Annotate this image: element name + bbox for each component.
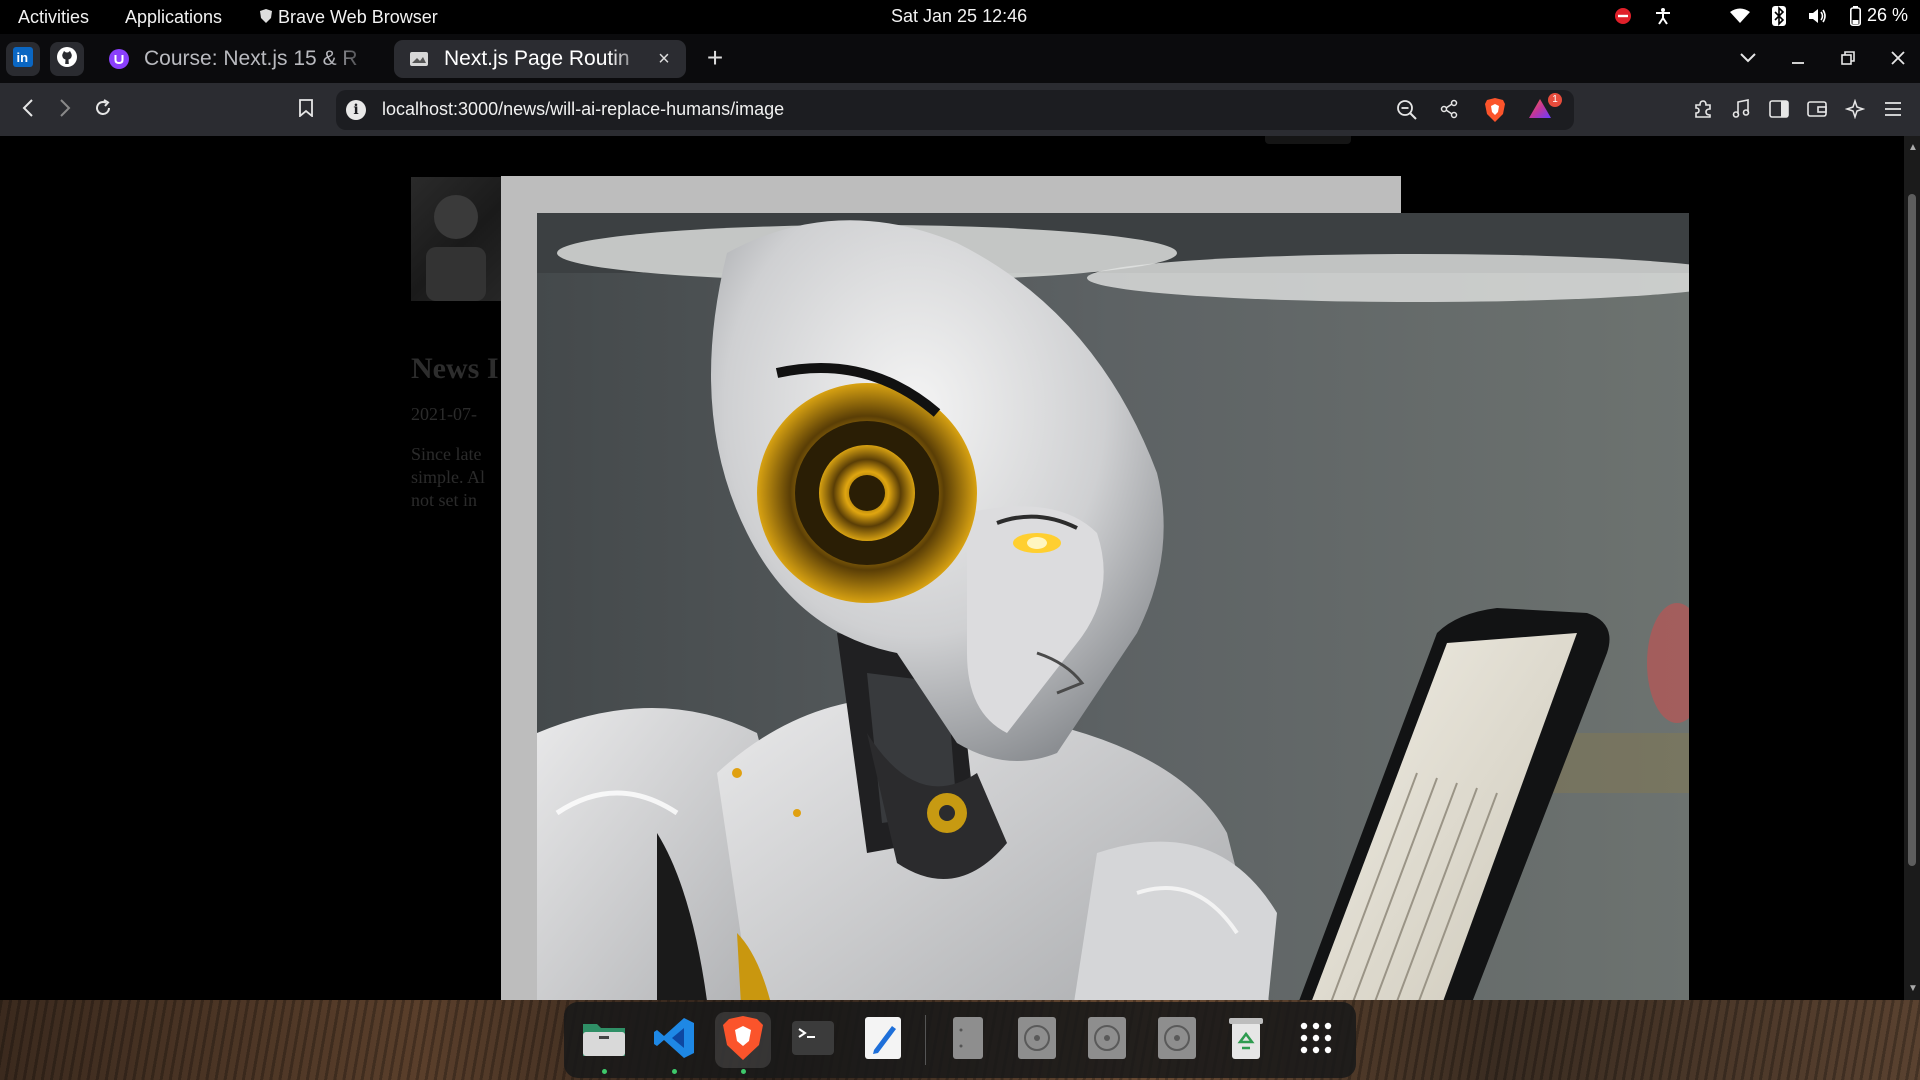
scroll-up-arrow-icon[interactable]: ▲	[1908, 142, 1918, 153]
bluetooth-icon[interactable]	[1771, 5, 1786, 26]
window-controls	[1736, 46, 1910, 70]
battery-percentage: 26 %	[1866, 5, 1908, 25]
github-icon	[56, 46, 78, 73]
dock-trash[interactable]	[1219, 1012, 1275, 1068]
app-indicator-label: Brave Web Browser	[278, 7, 438, 27]
system-tray[interactable]: 26 %	[1614, 5, 1908, 26]
linkedin-icon: in	[13, 46, 33, 72]
do-not-disturb-icon[interactable]	[1614, 7, 1632, 25]
share-icon[interactable]	[1439, 99, 1459, 124]
zoom-icon[interactable]	[1396, 99, 1418, 126]
scroll-down-arrow-icon[interactable]: ▼	[1908, 983, 1918, 994]
app-grid-icon	[1299, 1021, 1333, 1060]
dock-vscode[interactable]	[646, 1012, 702, 1074]
wallet-icon[interactable]	[1806, 97, 1828, 121]
tab-course[interactable]: Course: Next.js 15 & R	[104, 40, 376, 78]
header-stub	[1265, 136, 1351, 144]
drive-icon	[952, 1016, 984, 1065]
pinned-tab-github[interactable]	[50, 42, 84, 76]
page-icon	[408, 48, 430, 70]
battery-indicator[interactable]: 26 %	[1849, 5, 1908, 26]
dock-terminal[interactable]	[785, 1012, 841, 1068]
site-info-icon[interactable]: i	[346, 100, 366, 120]
wifi-icon[interactable]	[1729, 8, 1750, 24]
arrow-right-icon	[59, 98, 71, 122]
accessibility-icon[interactable]	[1654, 7, 1672, 25]
article-title: News I	[411, 352, 499, 385]
brave-shield-icon	[260, 7, 272, 28]
system-top-bar: Activities Applications Brave Web Browse…	[0, 0, 1920, 34]
arrow-left-icon	[22, 98, 34, 122]
dock-drive-1[interactable]	[940, 1012, 996, 1068]
files-folder-icon	[581, 1018, 627, 1063]
trash-icon	[1228, 1016, 1264, 1065]
running-indicator	[741, 1069, 747, 1074]
volume-icon[interactable]	[1808, 7, 1828, 25]
disc-icon	[1157, 1016, 1197, 1065]
page-viewport: News I 2021-07- Since late simple. Al no…	[0, 136, 1904, 1000]
running-indicator	[602, 1069, 607, 1074]
minimize-icon[interactable]	[1786, 46, 1810, 70]
tab-strip: in Course: Next.js 15 & R Next.js Page R…	[0, 34, 1920, 83]
brave-browser-icon	[722, 1015, 764, 1066]
navigation-toolbar: i localhost:3000/news/will-ai-replace-hu…	[0, 83, 1920, 136]
reload-button[interactable]	[90, 97, 116, 123]
dock-text-editor[interactable]	[855, 1012, 911, 1068]
dock-separator	[924, 1015, 926, 1065]
address-bar[interactable]: i localhost:3000/news/will-ai-replace-hu…	[336, 90, 1574, 130]
tab-title: Next.js Page Routin	[444, 47, 630, 70]
dock-show-apps[interactable]	[1288, 1012, 1344, 1068]
restore-icon[interactable]	[1836, 46, 1860, 70]
main-menu-icon[interactable]	[1882, 97, 1904, 121]
dock-disc-3[interactable]	[1149, 1012, 1205, 1068]
disc-icon	[1017, 1016, 1057, 1065]
bookmark-icon	[299, 98, 313, 122]
extensions-icon[interactable]	[1692, 97, 1714, 121]
news-image-robot	[537, 213, 1689, 1000]
course-icon	[108, 48, 130, 70]
page-scrollbar[interactable]: ▲ ▼	[1904, 136, 1920, 1000]
close-window-icon[interactable]	[1886, 46, 1910, 70]
article-date: 2021-07-	[411, 404, 477, 424]
disc-icon	[1087, 1016, 1127, 1065]
new-tab-button[interactable]: +	[700, 44, 730, 74]
clock[interactable]: Sat Jan 25 12:46	[891, 6, 1027, 27]
bookmark-button[interactable]	[293, 97, 319, 123]
robot-illustration	[537, 213, 1689, 1000]
terminal-icon	[791, 1020, 835, 1061]
dock-brave[interactable]	[715, 1012, 772, 1074]
brave-shields-icon[interactable]	[1484, 97, 1506, 128]
sidebar-toggle-icon[interactable]	[1768, 97, 1790, 121]
dock-disc-1[interactable]	[1009, 1012, 1065, 1068]
url-text[interactable]: localhost:3000/news/will-ai-replace-huma…	[382, 99, 784, 120]
pinned-tab-linkedin[interactable]: in	[6, 42, 40, 76]
svg-text:in: in	[17, 50, 29, 65]
back-button[interactable]	[15, 97, 41, 123]
rewards-badge: 1	[1548, 93, 1562, 107]
tab-nextjs-page-routing[interactable]: Next.js Page Routin ×	[394, 40, 686, 78]
leo-ai-icon[interactable]	[1844, 97, 1866, 121]
tab-title: Course: Next.js 15 & R	[144, 47, 358, 70]
media-music-icon[interactable]	[1730, 97, 1752, 121]
forward-button[interactable]	[52, 97, 78, 123]
tab-search-chevron-icon[interactable]	[1736, 46, 1760, 70]
applications-menu[interactable]: Applications	[125, 7, 222, 28]
reload-icon	[93, 98, 113, 123]
dock	[564, 1002, 1356, 1078]
vscode-icon	[652, 1016, 696, 1065]
tab-close-button[interactable]: ×	[650, 45, 678, 73]
running-indicator	[671, 1069, 677, 1074]
dock-files[interactable]	[576, 1012, 632, 1074]
text-editor-icon	[864, 1016, 902, 1065]
dock-disc-2[interactable]	[1079, 1012, 1135, 1068]
app-indicator[interactable]: Brave Web Browser	[260, 7, 438, 28]
article-thumbnail	[411, 177, 501, 301]
toolbar-actions	[1692, 97, 1904, 121]
activities-button[interactable]: Activities	[18, 7, 89, 28]
battery-icon	[1849, 5, 1861, 26]
scrollbar-thumb[interactable]	[1908, 194, 1916, 866]
